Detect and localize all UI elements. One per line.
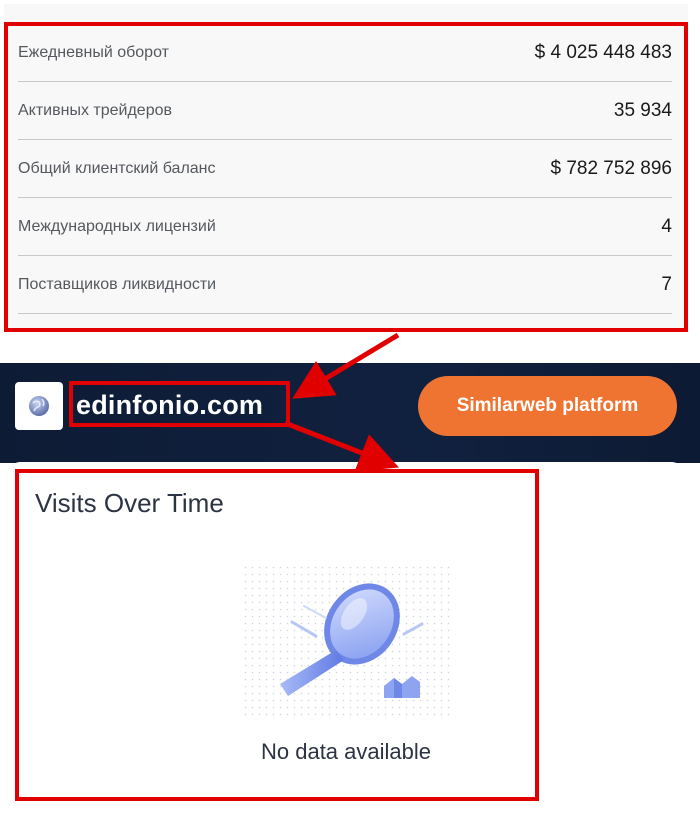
similarweb-platform-button[interactable]: Similarweb platform (418, 376, 677, 436)
annotation-box-domain (69, 381, 290, 427)
globe-icon (29, 396, 49, 416)
annotation-box-card (15, 469, 539, 801)
site-favicon (15, 382, 63, 430)
annotation-box-stats (4, 22, 688, 332)
